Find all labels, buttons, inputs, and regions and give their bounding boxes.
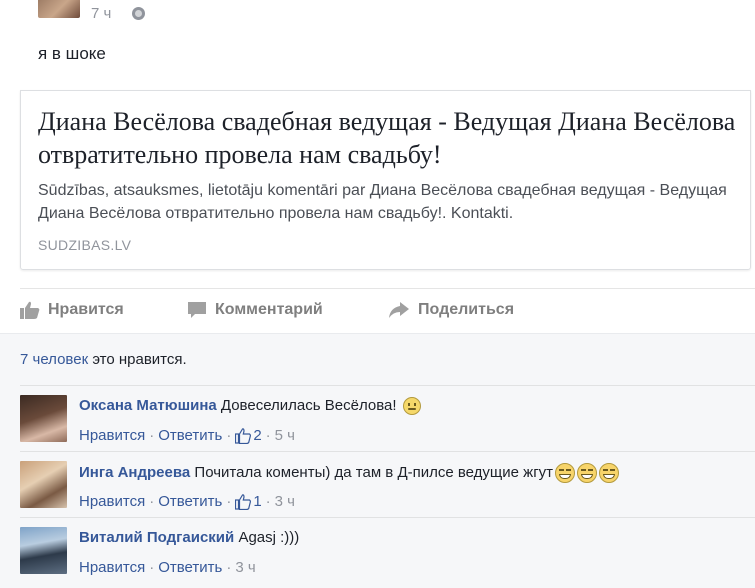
like-count-thumb-icon xyxy=(235,493,252,510)
commenter-avatar[interactable] xyxy=(20,527,67,574)
comment-like-count[interactable]: 1 xyxy=(253,493,261,510)
globe-icon xyxy=(132,7,145,20)
smiley-emoji-icon xyxy=(402,397,421,416)
comment-time[interactable]: 3 ч xyxy=(275,493,295,510)
author-avatar[interactable] xyxy=(38,0,80,18)
comment-label: Комментарий xyxy=(215,301,323,318)
commenter-avatar[interactable] xyxy=(20,461,67,508)
share-arrow-icon xyxy=(389,302,409,318)
commenter-name-text[interactable]: Оксана Матюшина xyxy=(79,397,217,414)
comment-like-count[interactable]: 2 xyxy=(253,427,261,444)
comment-meta: Нравится · Ответить · 1 · 3 ч xyxy=(79,493,295,510)
comment-time[interactable]: 5 ч xyxy=(275,427,295,444)
comment-meta: Нравится · Ответить · 3 ч xyxy=(79,559,256,576)
comment-like-link[interactable]: Нравится xyxy=(79,427,145,444)
likes-count-link[interactable]: 7 человек xyxy=(20,351,88,368)
divider xyxy=(20,385,755,386)
like-button[interactable]: Нравится xyxy=(20,301,124,319)
comments-section: 7 человек это нравится. Оксана Матюшина … xyxy=(0,333,755,588)
comment-text: Довеселилась Весёлова! xyxy=(220,397,397,414)
card-domain: SUDZIBAS.LV xyxy=(38,237,132,253)
commenter-name-text[interactable]: Инга Андреева xyxy=(79,464,190,481)
card-title[interactable]: Диана Весёлова свадебная ведущая - Ведущ… xyxy=(38,105,738,171)
comment-reply-link[interactable]: Ответить xyxy=(158,493,222,510)
like-label: Нравится xyxy=(48,301,124,318)
laughing-emoji-icon xyxy=(577,463,598,483)
post-time[interactable]: 7 ч xyxy=(91,5,111,22)
commenter-name-text[interactable]: Виталий Подгаиский xyxy=(79,529,234,546)
comment-time[interactable]: 3 ч xyxy=(235,559,255,576)
likes-suffix: это нравится. xyxy=(92,351,187,368)
commenter-name[interactable]: Инга Андреева Почитала коменты) да там в… xyxy=(79,463,620,483)
share-label: Поделиться xyxy=(418,301,515,318)
comment-reply-link[interactable]: Ответить xyxy=(158,559,222,576)
comment-text: Почитала коменты) да там в Д-пилсе ведущ… xyxy=(194,463,554,481)
comment-text: Agasj :))) xyxy=(238,529,300,546)
comment-meta: Нравится · Ответить · 2 · 5 ч xyxy=(79,427,295,444)
comment-icon xyxy=(188,302,206,318)
share-button[interactable]: Поделиться xyxy=(388,301,514,319)
comment-like-link[interactable]: Нравится xyxy=(79,493,145,510)
commenter-avatar[interactable] xyxy=(20,395,67,442)
commenter-name[interactable]: Оксана Матюшина Довеселилась Весёлова! xyxy=(79,397,421,416)
card-description: Sūdzības, atsauksmes, lietotāju komentār… xyxy=(38,182,727,222)
thumbs-up-icon xyxy=(20,301,40,319)
divider xyxy=(20,517,755,518)
link-preview-card[interactable]: Диана Весёлова свадебная ведущая - Ведущ… xyxy=(20,90,751,270)
divider xyxy=(20,451,755,452)
laughing-emoji-icon xyxy=(599,463,620,483)
commenter-name[interactable]: Виталий Подгаиский Agasj :))) xyxy=(79,529,299,546)
comment-reply-link[interactable]: Ответить xyxy=(158,427,222,444)
post-text: я в шоке xyxy=(38,44,106,63)
like-count-thumb-icon xyxy=(235,427,252,444)
comment-like-link[interactable]: Нравится xyxy=(79,559,145,576)
laughing-emoji-icon xyxy=(555,463,576,483)
post-header: 7 ч xyxy=(0,0,755,30)
likes-summary: 7 человек это нравится. xyxy=(20,351,187,368)
post-actions: Нравится Комментарий Поделиться xyxy=(20,288,755,333)
comment-button[interactable]: Комментарий xyxy=(187,301,323,319)
